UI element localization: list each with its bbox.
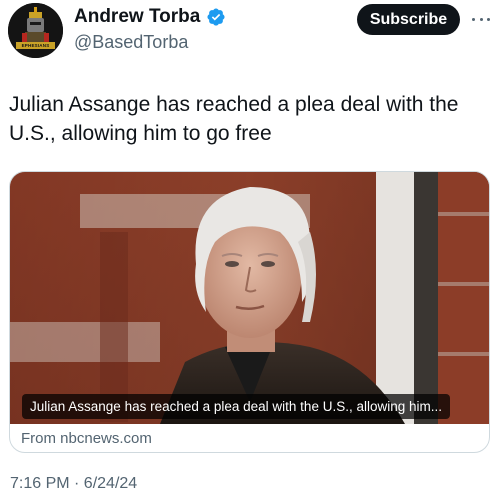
tweet-timestamp[interactable]: 7:16 PM · 6/24/24: [10, 474, 137, 494]
author-handle[interactable]: @BasedTorba: [74, 31, 188, 53]
card-source[interactable]: From nbcnews.com: [21, 430, 152, 448]
more-horizontal-icon[interactable]: [472, 16, 490, 22]
link-card[interactable]: Julian Assange has reached a plea deal w…: [9, 171, 490, 453]
avatar-text: EPHESIANS 6:12: [21, 43, 50, 53]
card-caption: Julian Assange has reached a plea deal w…: [22, 394, 450, 419]
subscribe-button[interactable]: Subscribe: [357, 4, 460, 35]
author-name-row[interactable]: Andrew Torba: [74, 6, 226, 28]
verified-badge-icon: [206, 7, 226, 27]
tweet-text: Julian Assange has reached a plea deal w…: [9, 93, 459, 145]
card-image[interactable]: Julian Assange has reached a plea deal w…: [10, 172, 489, 424]
display-name[interactable]: Andrew Torba: [74, 6, 200, 28]
avatar[interactable]: EPHESIANS 6:12: [8, 3, 63, 58]
tweet[interactable]: EPHESIANS 6:12 Andrew Torba @BasedTorba …: [0, 0, 498, 500]
